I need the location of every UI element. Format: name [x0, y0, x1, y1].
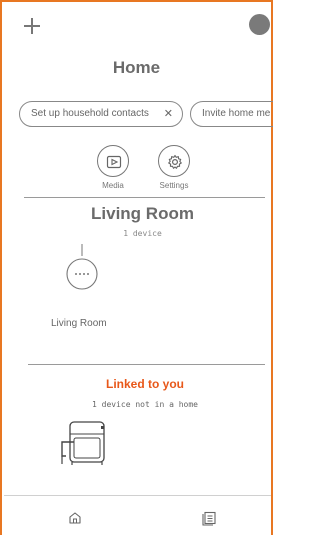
smart-speaker-icon[interactable]: [66, 244, 98, 296]
list-icon[interactable]: [201, 510, 217, 526]
window-frame: [0, 0, 273, 535]
divider: [28, 364, 265, 365]
bottom-nav-divider: [4, 495, 271, 496]
chip-row: Set up household contacts ✕ Invite home …: [19, 101, 273, 127]
invite-home-chip[interactable]: Invite home me: [190, 101, 273, 127]
play-icon: [97, 145, 129, 177]
gear-icon: [158, 145, 190, 177]
media-label: Media: [102, 181, 124, 190]
divider: [24, 197, 265, 198]
device-label: Living Room: [51, 318, 107, 329]
setup-contacts-chip[interactable]: Set up household contacts ✕: [19, 101, 183, 127]
room-title[interactable]: Living Room: [0, 204, 285, 224]
home-icon[interactable]: [67, 510, 83, 526]
air-fryer-icon[interactable]: [58, 420, 110, 466]
window-frame-left: [0, 0, 2, 535]
settings-button[interactable]: Settings: [154, 145, 194, 190]
room-device-count: 1 device: [123, 229, 162, 238]
linked-section-title: Linked to you: [106, 377, 184, 391]
media-button[interactable]: Media: [93, 145, 133, 190]
chip-label: Invite home me: [202, 108, 271, 119]
chip-label: Set up household contacts: [31, 108, 149, 119]
page-title: Home: [112, 58, 161, 77]
linked-device-count: 1 device not in a home: [92, 400, 198, 409]
close-icon[interactable]: ✕: [164, 102, 173, 126]
avatar[interactable]: [249, 14, 270, 35]
settings-label: Settings: [159, 181, 189, 190]
plus-icon[interactable]: [24, 18, 40, 34]
